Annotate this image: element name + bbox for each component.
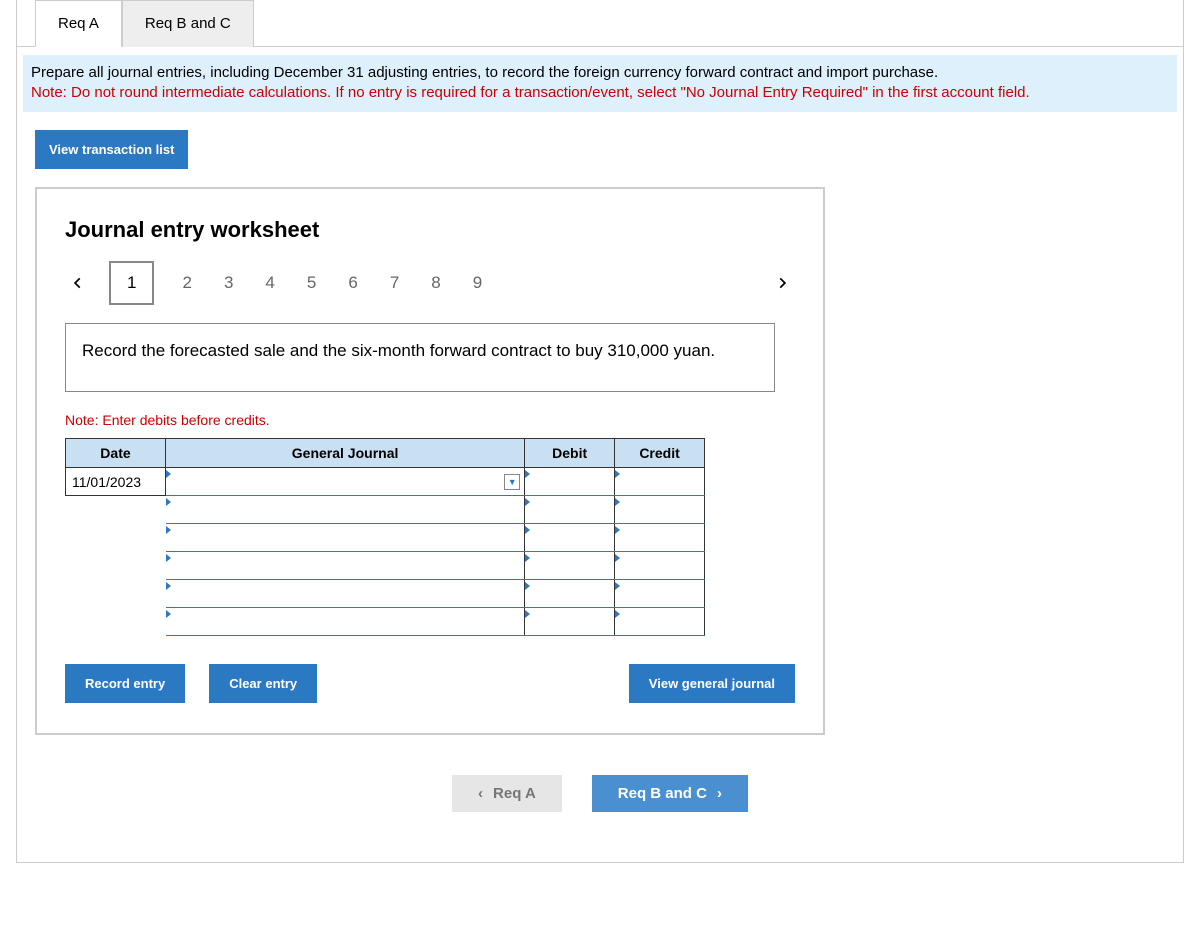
account-cell[interactable] bbox=[165, 524, 524, 552]
table-row bbox=[66, 552, 705, 580]
step-tab-3[interactable]: 3 bbox=[220, 267, 237, 299]
debit-cell[interactable] bbox=[525, 524, 615, 552]
journal-entry-table: Date General Journal Debit Credit 11/01/… bbox=[65, 438, 705, 636]
debit-cell[interactable] bbox=[525, 552, 615, 580]
col-header-general-journal: General Journal bbox=[165, 439, 524, 468]
debit-cell[interactable] bbox=[525, 580, 615, 608]
table-row bbox=[66, 608, 705, 636]
credit-cell[interactable] bbox=[615, 468, 705, 496]
date-cell bbox=[66, 608, 166, 636]
table-row bbox=[66, 524, 705, 552]
prev-req-button[interactable]: ‹ Req A bbox=[452, 775, 562, 812]
chevron-down-icon[interactable]: ▼ bbox=[504, 474, 520, 490]
step-next-arrow[interactable] bbox=[769, 270, 795, 296]
date-cell bbox=[66, 580, 166, 608]
prev-req-label: Req A bbox=[493, 785, 536, 802]
tab-req-b-and-c[interactable]: Req B and C bbox=[122, 0, 254, 47]
date-cell bbox=[66, 524, 166, 552]
debit-cell[interactable] bbox=[525, 608, 615, 636]
step-tab-5[interactable]: 5 bbox=[303, 267, 320, 299]
step-tab-8[interactable]: 8 bbox=[427, 267, 444, 299]
step-tab-4[interactable]: 4 bbox=[261, 267, 278, 299]
step-tabs: 1 2 3 4 5 6 7 8 9 bbox=[109, 261, 486, 305]
account-cell[interactable] bbox=[165, 552, 524, 580]
date-cell[interactable]: 11/01/2023 bbox=[66, 468, 166, 496]
account-cell[interactable] bbox=[165, 580, 524, 608]
top-tabs: Req A Req B and C bbox=[17, 0, 1183, 47]
account-cell[interactable] bbox=[165, 608, 524, 636]
step-prev-arrow[interactable] bbox=[65, 270, 91, 296]
record-entry-button[interactable]: Record entry bbox=[65, 664, 185, 703]
step-tab-1[interactable]: 1 bbox=[109, 261, 154, 305]
credit-cell[interactable] bbox=[615, 552, 705, 580]
credit-cell[interactable] bbox=[615, 608, 705, 636]
instruction-panel: Prepare all journal entries, including D… bbox=[23, 55, 1177, 112]
debits-before-credits-note: Note: Enter debits before credits. bbox=[65, 412, 795, 428]
tab-req-a[interactable]: Req A bbox=[35, 0, 122, 47]
date-cell bbox=[66, 496, 166, 524]
debit-cell[interactable] bbox=[525, 468, 615, 496]
step-tab-7[interactable]: 7 bbox=[386, 267, 403, 299]
instruction-note: Note: Do not round intermediate calculat… bbox=[31, 84, 1030, 101]
col-header-date: Date bbox=[66, 439, 166, 468]
debit-cell[interactable] bbox=[525, 496, 615, 524]
credit-cell[interactable] bbox=[615, 580, 705, 608]
step-tab-9[interactable]: 9 bbox=[469, 267, 486, 299]
chevron-right-icon: › bbox=[717, 785, 722, 802]
col-header-debit: Debit bbox=[525, 439, 615, 468]
date-cell bbox=[66, 552, 166, 580]
table-row bbox=[66, 496, 705, 524]
step-tab-2[interactable]: 2 bbox=[178, 267, 195, 299]
transaction-prompt: Record the forecasted sale and the six-m… bbox=[65, 323, 775, 393]
account-cell[interactable] bbox=[165, 496, 524, 524]
credit-cell[interactable] bbox=[615, 496, 705, 524]
table-row bbox=[66, 580, 705, 608]
view-transaction-list-button[interactable]: View transaction list bbox=[35, 130, 188, 169]
clear-entry-button[interactable]: Clear entry bbox=[209, 664, 317, 703]
credit-cell[interactable] bbox=[615, 524, 705, 552]
col-header-credit: Credit bbox=[615, 439, 705, 468]
next-req-label: Req B and C bbox=[618, 785, 707, 802]
chevron-left-icon: ‹ bbox=[478, 785, 483, 802]
step-tab-6[interactable]: 6 bbox=[344, 267, 361, 299]
view-general-journal-button[interactable]: View general journal bbox=[629, 664, 795, 703]
table-row: 11/01/2023 ▼ bbox=[66, 468, 705, 496]
journal-worksheet-panel: Journal entry worksheet 1 2 3 4 5 6 7 8 … bbox=[35, 187, 825, 736]
instruction-text: Prepare all journal entries, including D… bbox=[31, 64, 938, 81]
next-req-button[interactable]: Req B and C › bbox=[592, 775, 748, 812]
account-cell[interactable]: ▼ bbox=[165, 468, 524, 496]
worksheet-title: Journal entry worksheet bbox=[65, 217, 795, 243]
